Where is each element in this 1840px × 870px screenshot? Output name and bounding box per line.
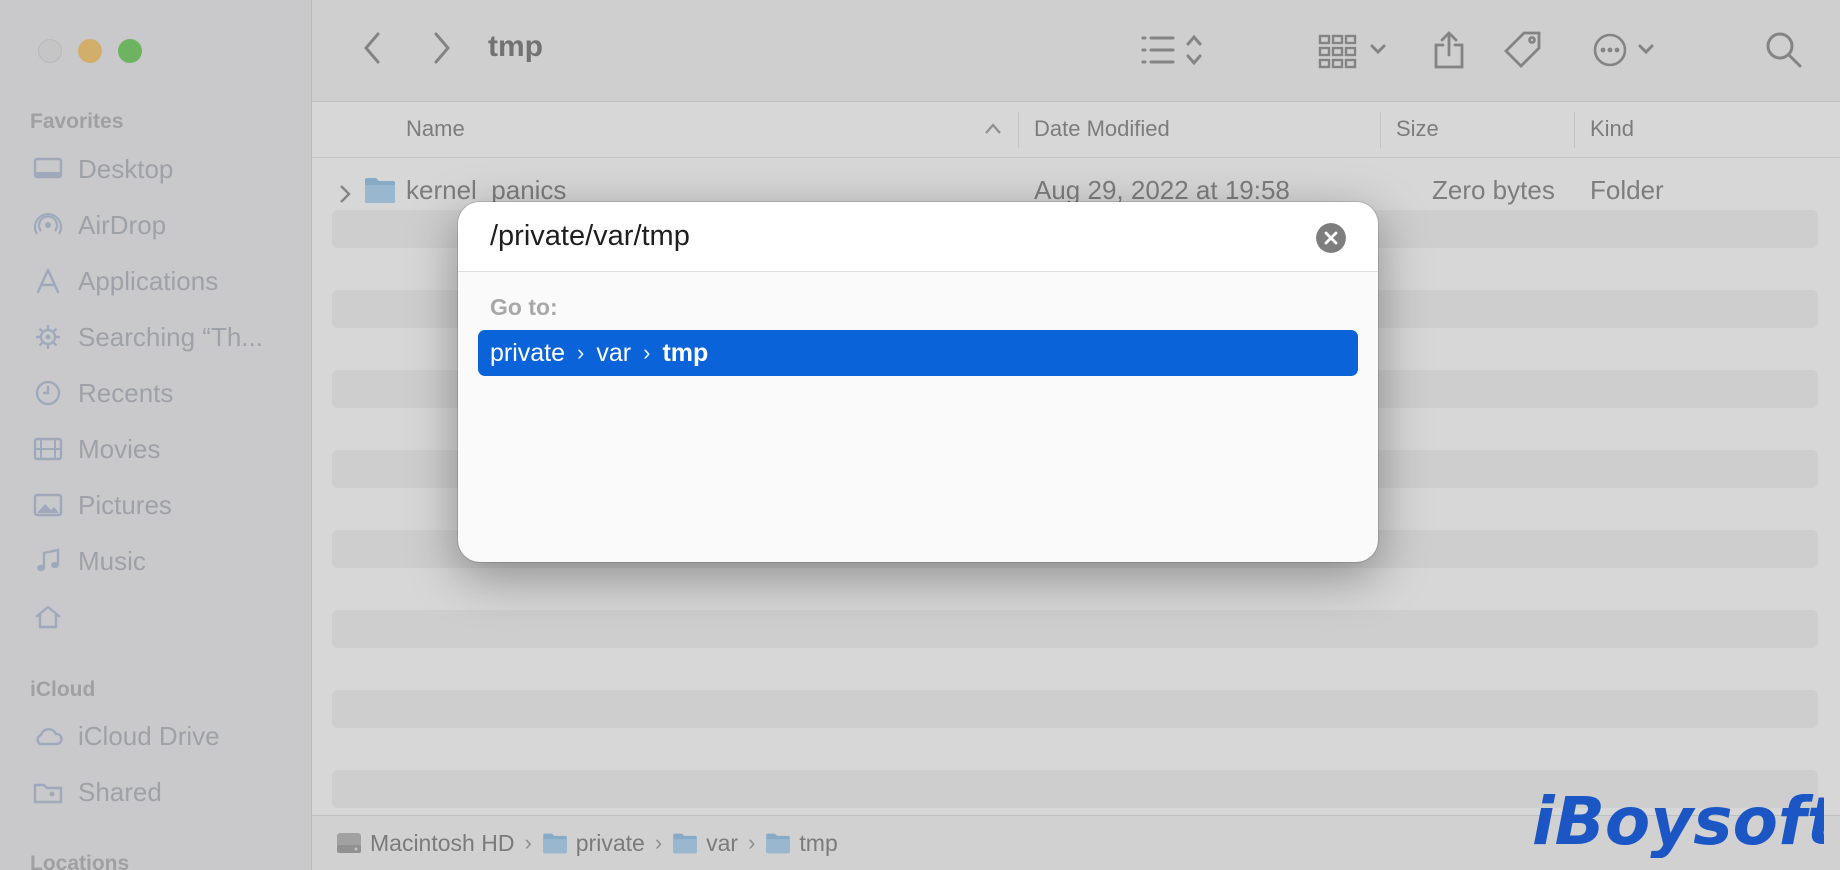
desktop-icon xyxy=(33,157,63,179)
icloud-header: iCloud xyxy=(30,678,96,701)
sidebar-item-airdrop[interactable]: AirDrop xyxy=(32,205,166,245)
photo-icon xyxy=(33,493,63,517)
sidebar-item-shared[interactable]: Shared xyxy=(32,772,162,812)
iboysoft-logo: iBoysoft xyxy=(1532,783,1824,858)
share-icon[interactable] xyxy=(1432,30,1466,70)
sidebar-item-recents[interactable]: Recents xyxy=(32,373,173,413)
shared-folder-icon xyxy=(33,783,63,804)
go-to-label: Go to: xyxy=(490,294,558,320)
sidebar-item-applications[interactable]: Applications xyxy=(32,261,218,301)
column-divider[interactable] xyxy=(1574,112,1575,148)
path-crumb-tmp[interactable]: tmp xyxy=(765,829,838,857)
suggestion-part: private xyxy=(490,338,566,367)
path-separator: › xyxy=(748,830,756,855)
folder-icon xyxy=(365,178,395,203)
group-view-icon[interactable] xyxy=(1318,30,1392,70)
sidebar-item-music[interactable]: Music xyxy=(32,541,146,581)
column-divider[interactable] xyxy=(1018,112,1019,148)
airdrop-icon xyxy=(33,213,63,235)
chevron-right-icon: › xyxy=(643,340,651,365)
toolbar: tmp xyxy=(312,0,1840,102)
sidebar-item-label: AirDrop xyxy=(78,209,167,240)
clock-icon xyxy=(35,380,61,406)
sidebar-item-pictures[interactable]: Pictures xyxy=(32,485,172,525)
empty-row xyxy=(332,690,1818,728)
folder-icon xyxy=(766,833,791,854)
sidebar: Favorites Desktop AirDrop Applications S… xyxy=(0,0,312,870)
column-header: Name Date Modified Size Kind xyxy=(312,102,1840,158)
sidebar-item-desktop[interactable]: Desktop xyxy=(32,149,173,189)
cloud-icon xyxy=(36,728,63,746)
disclosure-triangle-icon[interactable] xyxy=(338,184,352,204)
sidebar-item-label: Searching “Th... xyxy=(78,321,263,352)
film-icon xyxy=(33,437,63,461)
close-window-button[interactable] xyxy=(38,39,62,63)
watermark-text: iBoysoft xyxy=(1532,783,1824,858)
home-icon xyxy=(35,605,61,629)
suggestion-target: tmp xyxy=(662,338,709,367)
sidebar-item-label: Desktop xyxy=(78,153,174,184)
column-divider[interactable] xyxy=(1380,112,1381,148)
column-date-modified[interactable]: Date Modified xyxy=(1034,116,1170,142)
sidebar-item-label: Applications xyxy=(78,265,219,296)
go-to-folder-dialog: Go to: private › var › tmp xyxy=(458,202,1378,562)
path-crumb-label: private xyxy=(575,829,645,856)
folder-icon xyxy=(542,833,567,854)
sidebar-item-label: Shared xyxy=(78,776,162,807)
forward-arrow-icon[interactable] xyxy=(430,30,454,66)
tag-icon[interactable] xyxy=(1502,30,1544,70)
column-size[interactable]: Size xyxy=(1396,116,1439,142)
window-title: tmp xyxy=(488,30,543,63)
sidebar-item-home[interactable] xyxy=(32,597,78,637)
sidebar-item-searching[interactable]: Searching “Th... xyxy=(32,317,263,357)
path-crumb-label: Macintosh HD xyxy=(370,829,515,856)
sidebar-item-label: Music xyxy=(78,545,146,576)
favorites-header: Favorites xyxy=(30,110,124,133)
file-size: Zero bytes xyxy=(1432,175,1555,205)
music-note-icon xyxy=(37,548,60,572)
path-crumb-private[interactable]: private xyxy=(542,830,645,857)
gear-icon xyxy=(36,325,60,349)
folder-icon xyxy=(673,833,697,854)
zoom-window-button[interactable] xyxy=(118,39,142,63)
sidebar-item-label: Movies xyxy=(78,433,161,464)
back-arrow-icon[interactable] xyxy=(360,30,384,66)
path-separator: › xyxy=(524,830,532,855)
applications-icon xyxy=(36,268,60,294)
column-name[interactable]: Name xyxy=(406,116,465,142)
sidebar-item-label: Recents xyxy=(78,377,174,408)
sidebar-item-icloud-drive[interactable]: iCloud Drive xyxy=(32,716,220,756)
list-view-icon[interactable] xyxy=(1140,30,1216,70)
more-actions-icon[interactable] xyxy=(1592,30,1662,70)
suggestion-part: var xyxy=(596,338,632,367)
path-suggestion-item[interactable]: private › var › tmp xyxy=(478,330,1358,376)
chevron-right-icon: › xyxy=(577,340,585,365)
folder-path-input[interactable] xyxy=(458,202,1378,272)
window-controls xyxy=(38,39,142,63)
empty-row xyxy=(332,610,1818,648)
search-icon[interactable] xyxy=(1764,30,1804,70)
locations-header: Locations xyxy=(30,852,130,870)
hard-drive-icon xyxy=(337,833,361,853)
sidebar-item-label: iCloud Drive xyxy=(78,720,220,751)
minimize-window-button[interactable] xyxy=(78,39,102,63)
sort-ascending-icon[interactable] xyxy=(984,122,1002,136)
path-crumb-macintosh-hd[interactable]: Macintosh HD xyxy=(336,830,514,857)
path-crumb-label: tmp xyxy=(799,829,838,856)
sidebar-item-label: Pictures xyxy=(78,489,172,520)
sidebar-item-movies[interactable]: Movies xyxy=(32,429,160,469)
path-separator: › xyxy=(654,830,663,855)
file-kind: Folder xyxy=(1590,175,1664,205)
path-crumb-label: var xyxy=(706,829,739,856)
clear-input-icon[interactable] xyxy=(1316,223,1346,253)
path-crumb-var[interactable]: var xyxy=(672,830,738,857)
column-kind[interactable]: Kind xyxy=(1590,116,1634,142)
